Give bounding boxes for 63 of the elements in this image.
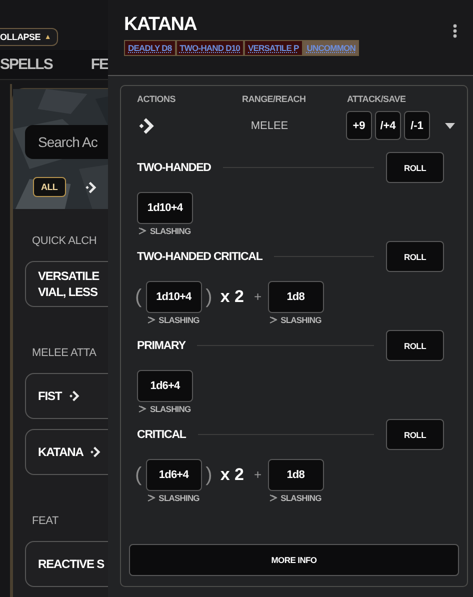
dice-button[interactable]: 1d8	[268, 459, 324, 491]
dice-button[interactable]: 1d6+4	[146, 459, 202, 491]
action-card[interactable]: REACTIVE S	[25, 541, 108, 587]
open-paren: (	[135, 463, 142, 488]
slashing-icon	[146, 494, 156, 502]
tab[interactable]: SPELLS	[0, 56, 52, 74]
roll-button[interactable]: ROLL	[386, 152, 444, 183]
column-label: RANGE/REACH	[242, 94, 307, 104]
caret-icon[interactable]	[445, 122, 455, 128]
column-label: ACTIONS	[137, 94, 176, 104]
section-label: QUICK ALCH	[32, 235, 98, 247]
action-card[interactable]: KATANA	[25, 429, 108, 475]
action-icon	[68, 390, 80, 402]
plus-sign: +	[254, 288, 262, 306]
damage-type: SLASHING	[280, 493, 322, 503]
slashing-icon	[268, 494, 278, 502]
dice-button[interactable]: 1d10+4	[137, 192, 193, 224]
dice-button[interactable]: 1d10+4	[146, 281, 202, 313]
attack-button[interactable]: /-1	[404, 111, 430, 140]
more-options-icon[interactable]	[453, 24, 457, 38]
damage-type: SLASHING	[150, 404, 191, 414]
slashing-icon	[138, 405, 147, 413]
dice-button[interactable]: 1d6+4	[137, 370, 193, 402]
damage-type: SLASHING	[158, 315, 200, 325]
trait-tag[interactable]: VERSATILE P	[245, 41, 302, 55]
close-paren: )	[206, 463, 212, 488]
column-label: ATTACK/SAVE	[347, 94, 407, 104]
dice-button[interactable]: 1d8	[268, 281, 324, 313]
close-paren: )	[206, 285, 212, 310]
roll-button[interactable]: ROLL	[386, 241, 444, 272]
more-info-button[interactable]: MORE INFO	[129, 544, 459, 576]
plus-sign: +	[254, 466, 262, 484]
section-title: CRITICAL	[137, 428, 186, 440]
damage-type: SLASHING	[158, 493, 200, 503]
slashing-icon	[138, 227, 147, 235]
damage-type: SLASHING	[280, 315, 322, 325]
roll-button[interactable]: ROLL	[386, 330, 444, 361]
trait-tag[interactable]: TWO-HAND D10	[176, 41, 244, 55]
section-title: TWO-HANDED	[137, 162, 211, 174]
range-value: MELEE	[250, 120, 290, 132]
trait-tag[interactable]: DEADLY D8	[125, 41, 175, 55]
slashing-icon	[268, 316, 278, 324]
attack-button[interactable]: +9	[346, 111, 372, 140]
action-icon	[89, 446, 102, 458]
action-card[interactable]: VERSATILE VIAL, LESS	[25, 261, 108, 307]
action-icon	[84, 180, 97, 194]
action-icon	[137, 116, 155, 134]
roll-button[interactable]: ROLL	[386, 419, 444, 450]
section-label: FEAT	[32, 515, 60, 527]
attack-button[interactable]: /+4	[375, 111, 401, 140]
multiplier: x 2	[220, 286, 244, 308]
damage-type: SLASHING	[150, 226, 191, 236]
filter-chip[interactable]: ALL	[33, 177, 66, 197]
item-title: KATANA	[124, 14, 197, 36]
open-paren: (	[135, 285, 142, 310]
action-card[interactable]: FIST	[25, 373, 108, 419]
tab[interactable]: FE	[90, 56, 108, 74]
slashing-icon	[146, 316, 156, 324]
section-title: PRIMARY	[137, 340, 186, 352]
section-title: TWO-HANDED CRITICAL	[137, 250, 262, 262]
search-field[interactable]: Search Ac	[25, 125, 108, 159]
multiplier: x 2	[220, 464, 244, 486]
section-label: MELEE ATTA	[32, 347, 98, 359]
